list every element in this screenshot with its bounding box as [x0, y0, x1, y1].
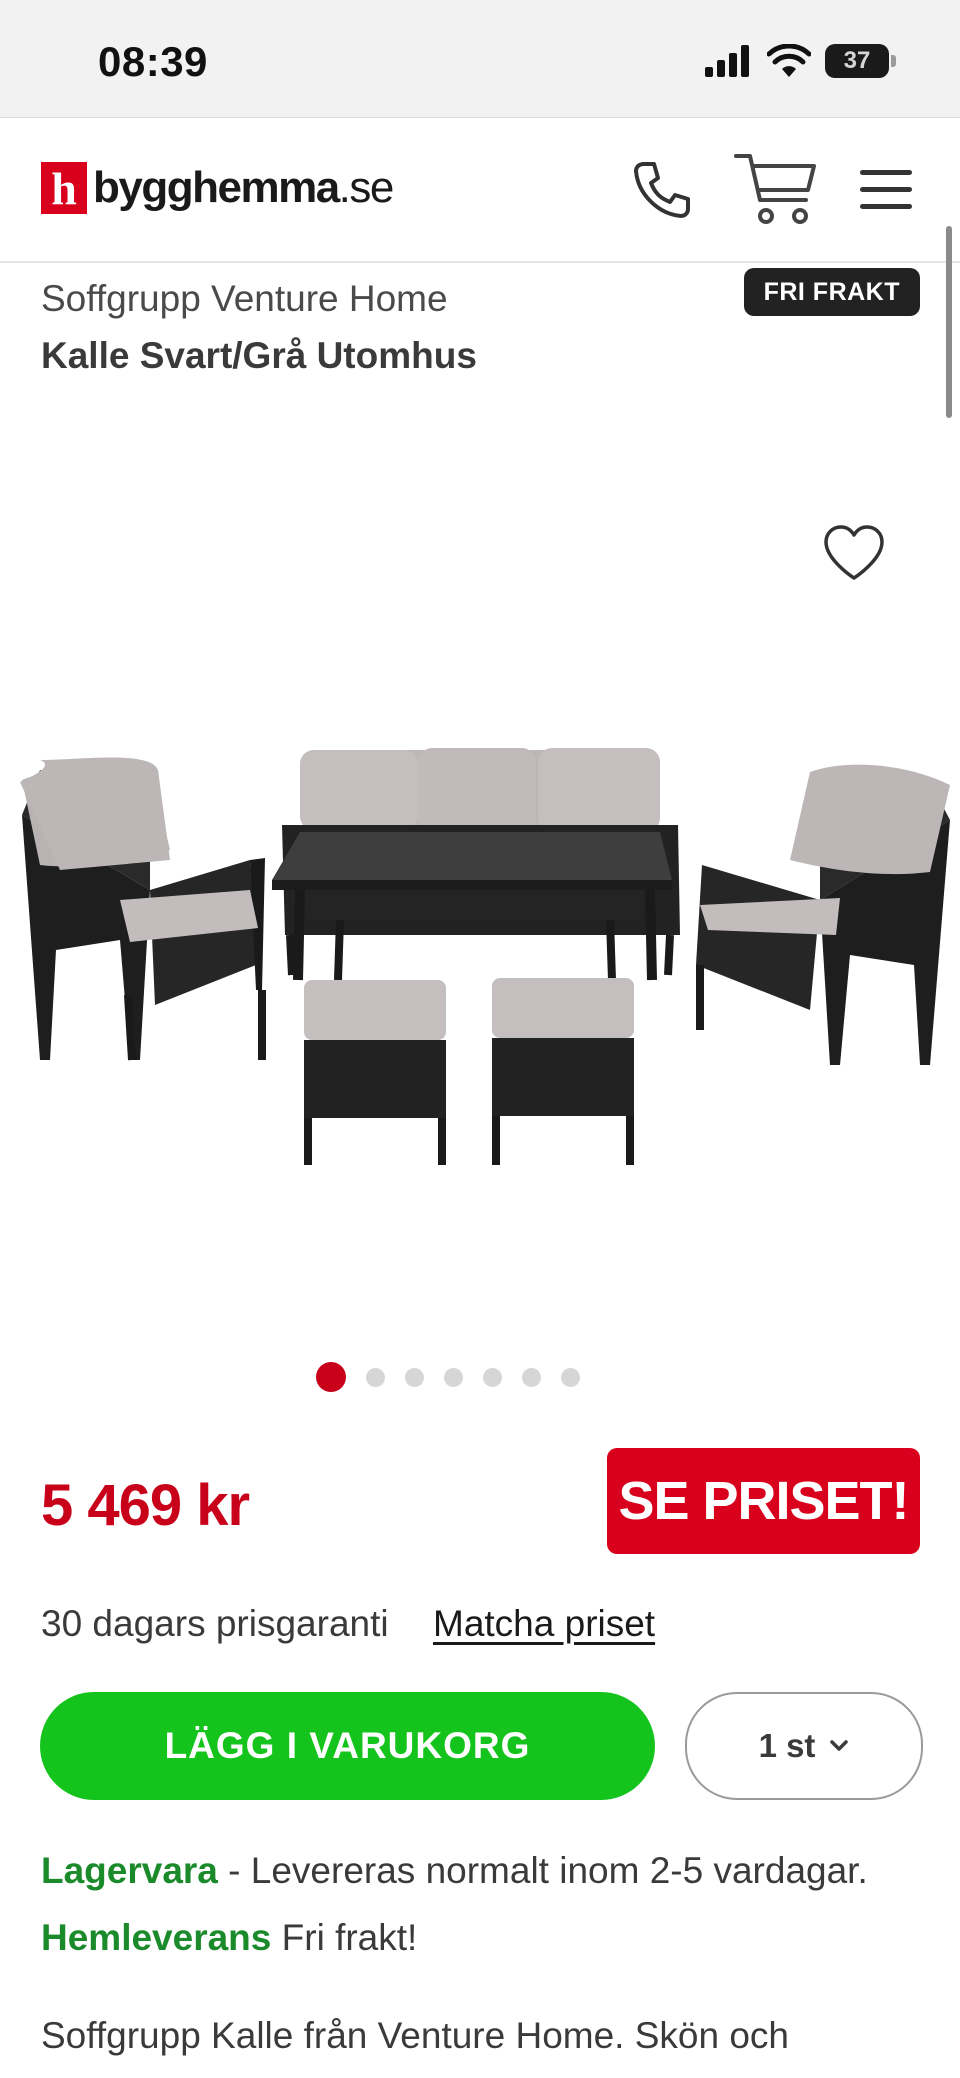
quantity-value: 1 st	[758, 1727, 816, 1764]
stock-label: Lagervara	[41, 1850, 218, 1891]
site-logo[interactable]: h bygghemma.se	[41, 162, 394, 214]
product-image-gallery[interactable]	[0, 420, 960, 1340]
menu-button[interactable]	[844, 148, 928, 232]
product-brand: Soffgrupp Venture Home	[41, 278, 448, 319]
ottomans	[304, 978, 634, 1165]
wifi-icon	[767, 44, 811, 77]
phone-button[interactable]	[620, 148, 704, 232]
gallery-dot[interactable]	[561, 1368, 580, 1387]
logo-h-icon: h	[41, 162, 87, 214]
cellular-signal-icon	[705, 45, 749, 77]
chevron-down-icon	[830, 1740, 849, 1751]
product-price: 5 469 kr	[41, 1473, 250, 1538]
status-bar: 08:39 37	[0, 0, 960, 118]
cart-icon	[734, 154, 816, 224]
gallery-dot[interactable]	[483, 1368, 502, 1387]
status-time: 08:39	[98, 38, 208, 85]
phone-icon	[634, 162, 690, 218]
delivery-label: Hemleverans	[41, 1917, 272, 1958]
dining-table	[272, 832, 672, 981]
price-guarantee-text: 30 dagars prisgaranti	[41, 1603, 389, 1644]
right-armchair	[696, 764, 950, 1065]
favorite-button[interactable]	[820, 520, 888, 588]
gallery-dot[interactable]	[316, 1362, 346, 1392]
left-armchair	[20, 757, 266, 1061]
free-shipping-badge: FRI FRAKT	[743, 268, 920, 316]
site-header: h bygghemma.se	[0, 118, 960, 263]
product-image	[20, 748, 950, 1165]
stock-text: - Levereras normalt inom 2-5 vardagar.	[217, 1850, 868, 1891]
gallery-dot[interactable]	[444, 1368, 463, 1387]
status-icons: 37	[705, 44, 896, 78]
delivery-text: Fri frakt!	[271, 1917, 418, 1958]
quantity-select[interactable]: 1 st	[685, 1692, 923, 1800]
gallery-dot[interactable]	[405, 1368, 424, 1387]
gallery-dot[interactable]	[366, 1368, 385, 1387]
battery-tip	[891, 55, 896, 67]
logo-text: bygghemma.se	[93, 163, 394, 212]
gallery-pagination	[0, 1362, 928, 1392]
menu-icon	[860, 170, 912, 209]
product-title: Kalle Svart/Grå Utomhus	[41, 335, 477, 376]
match-price-link[interactable]: Matcha priset	[433, 1603, 655, 1645]
add-to-cart-button[interactable]: LÄGG I VARUKORG	[40, 1692, 655, 1800]
page-scrollbar[interactable]	[946, 226, 952, 418]
cart-button[interactable]	[730, 148, 822, 232]
gallery-dot[interactable]	[522, 1368, 541, 1387]
product-description: Soffgrupp Kalle från Venture Home. Skön …	[41, 2015, 790, 2056]
stock-status: Lagervara - Levereras normalt inom 2-5 v…	[41, 1850, 868, 1892]
see-price-button[interactable]: SE PRISET!	[607, 1448, 920, 1554]
battery-icon: 37	[825, 44, 889, 78]
delivery-info: Hemleverans Fri frakt!	[41, 1917, 417, 1959]
heart-icon	[824, 525, 884, 580]
battery-level: 37	[843, 47, 871, 74]
